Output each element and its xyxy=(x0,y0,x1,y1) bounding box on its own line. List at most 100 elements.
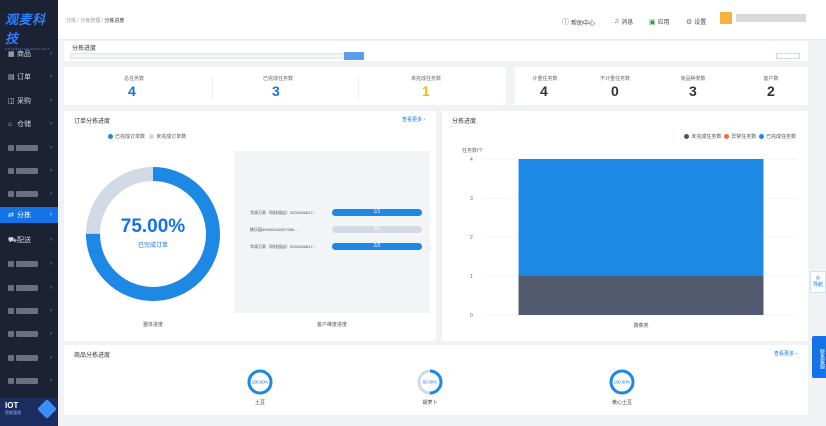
question-icon: ⓘ xyxy=(562,19,569,26)
chevron-right-icon: › xyxy=(50,191,52,197)
export-button[interactable] xyxy=(776,53,800,59)
stat-label: 总任务数 xyxy=(123,76,144,82)
sidebar-item-label: 配送 xyxy=(17,237,31,244)
sidebar-item-label: 商品 xyxy=(17,51,31,58)
legend-dot xyxy=(684,134,690,140)
sidebar-item-hidden-4[interactable]: › xyxy=(0,256,58,272)
stat-value: 4 xyxy=(128,83,136,99)
goods-progress-panel: 商品分拣进度 查看更多 › 100.00% 土豆 50.00% 胡萝卜 100.00% 黄… xyxy=(64,345,808,415)
app-label: 应用 xyxy=(657,20,670,26)
sidebar-item-order[interactable]: ▤ 订单 › xyxy=(0,69,58,85)
filter-input[interactable] xyxy=(70,53,350,59)
app-icon: ▣ xyxy=(649,18,656,26)
sorting-icon: ⇄ xyxy=(8,212,14,219)
brand-name: 观麦科技 xyxy=(5,12,46,46)
gear-icon: ⚙ xyxy=(686,18,693,26)
search-button[interactable] xyxy=(344,52,364,60)
breadcrumb-item[interactable]: 分拣管理 xyxy=(80,18,100,24)
service-tab[interactable]: 联系客服 xyxy=(812,336,826,378)
sidebar-item-hidden-1[interactable]: › xyxy=(0,140,58,156)
sidebar-item-hidden-7[interactable]: › xyxy=(0,326,58,342)
sidebar-item-sorting[interactable]: ⇄ 分拣 › xyxy=(0,207,58,223)
sidebar-item-delivery[interactable]: ⛟ 配送 › xyxy=(0,232,58,248)
stat-label: 不计重任务数 xyxy=(599,76,630,82)
breadcrumb-item[interactable]: 分拣 xyxy=(66,18,76,24)
task-progress-panel: 分拣进度 未完成任务数 异常任务数 已完成任务数 任务数/个 0 1 2 3 4 蔬菜类 xyxy=(442,111,808,341)
sidebar-item-label: 分拣 xyxy=(17,212,31,219)
customer-row-label: 桃乐园4H/OD240327000... xyxy=(250,227,298,232)
chevron-right-icon: › xyxy=(50,308,52,314)
sidebar: 观麦科技 GUANMAITECHNOLOGY ▦ 商品 › ▤ 订单 › ◫ 采购 › ⌂ 仓… xyxy=(0,0,58,426)
warehouse-icon: ⌂ xyxy=(8,120,13,128)
breadcrumb-current: 分拣进度 xyxy=(104,18,125,24)
chevron-right-icon: › xyxy=(50,261,52,267)
goods-item: 100.00% 黄心土豆 xyxy=(604,367,640,413)
help-center-link[interactable]: ⓘ 帮助中心 xyxy=(562,17,595,27)
sidebar-item-purchase[interactable]: ◫ 采购 › xyxy=(0,93,58,109)
notify-label: 消息 xyxy=(621,20,634,26)
filter-title: 分拣进度 xyxy=(72,46,97,52)
compass-icon: ◎ xyxy=(815,275,821,281)
stat-value: 3 xyxy=(272,83,280,99)
notify-link[interactable]: ♫ 消息 xyxy=(614,17,633,26)
goods-ring: 100.00% xyxy=(247,369,273,395)
app-link[interactable]: ▣ 应用 xyxy=(649,17,670,27)
brand-logo[interactable]: 观麦科技 GUANMAITECHNOLOGY xyxy=(0,0,58,51)
goods-view-more-link[interactable]: 查看更多 › xyxy=(774,350,797,357)
sidebar-item-hidden-2[interactable]: › xyxy=(0,163,58,179)
chevron-right-icon: › xyxy=(50,378,52,384)
sidebar-item-hidden-9[interactable]: › xyxy=(0,373,58,389)
view-more-label: 查看更多 xyxy=(402,117,423,123)
x-tick-label: 蔬菜类 xyxy=(633,322,648,329)
legend-dot xyxy=(108,134,113,140)
goods-ring: 50.00% xyxy=(417,369,443,395)
y-tick-label: 4 xyxy=(470,157,473,163)
sidebar-item-hidden-3[interactable]: › xyxy=(0,186,58,202)
y-tick-label: 3 xyxy=(470,196,473,202)
order-legend: 已完成订单数 未完成订单数 xyxy=(108,133,186,140)
stats-panel-left: 总任务数 4 已完成任务数 3 未完成任务数 1 xyxy=(64,67,506,105)
user-name-blurred[interactable] xyxy=(736,14,806,22)
divider xyxy=(358,77,359,99)
sidebar-item-warehouse[interactable]: ⌂ 仓储 › xyxy=(0,116,58,132)
sidebar-item-hidden-8[interactable]: › xyxy=(0,350,58,366)
task-legend: 未完成任务数 异常任务数 已完成任务数 xyxy=(684,133,796,140)
breadcrumb: 分拣 / 分拣管理 / 分拣进度 xyxy=(66,18,125,24)
chevron-right-icon: › xyxy=(50,74,52,80)
order-progress-panel: 订单分拣进度 查看更多 › 已完成订单数 未完成订单数 75.00% 已完成订单… xyxy=(64,111,436,341)
chevron-right-icon: › xyxy=(50,237,52,243)
stat-value: 0 xyxy=(611,83,619,99)
order-percent: 75.00% xyxy=(120,216,186,237)
sidebar-item-hidden-5[interactable]: › xyxy=(0,280,58,296)
progress-value: 1/1 xyxy=(373,209,381,215)
task-panel-title: 分拣进度 xyxy=(452,119,477,125)
stat-value: 1 xyxy=(422,83,430,99)
chevron-right-icon: › xyxy=(50,212,52,218)
chevron-right-icon: › xyxy=(50,285,52,291)
sidebar-item-goods[interactable]: ▦ 商品 › xyxy=(0,46,58,62)
customer-row-label: 华润万家（科技园店）2/OD240617... xyxy=(250,244,317,249)
chevron-right-icon: › xyxy=(50,121,52,127)
chevron-right-icon: › xyxy=(50,355,52,361)
settings-link[interactable]: ⚙ 设置 xyxy=(686,17,706,27)
sidebar-item-hidden-6[interactable]: › xyxy=(0,303,58,319)
y-tick-label: 2 xyxy=(470,235,473,241)
chevron-right-icon: › xyxy=(50,331,52,337)
task-bar-chart: 任务数/个 0 1 2 3 4 蔬菜类 xyxy=(462,147,798,329)
progress-track: 2/2 xyxy=(332,243,422,250)
y-tick-label: 0 xyxy=(470,313,473,319)
guide-tab[interactable]: ◎ 导航 xyxy=(810,271,826,293)
iot-banner[interactable]: IOT 智能管理 xyxy=(0,398,58,426)
bell-icon: ♫ xyxy=(614,18,620,25)
legend-dot xyxy=(724,134,730,140)
goods-percent: 50.00% xyxy=(423,380,437,385)
avatar[interactable] xyxy=(720,12,732,24)
sidebar-item-label: 采购 xyxy=(17,98,31,105)
legend-label: 异常任务数 xyxy=(731,134,757,140)
legend-dot xyxy=(149,134,155,140)
divider xyxy=(212,77,213,99)
view-more-link[interactable]: 查看更多 › xyxy=(402,116,425,123)
progress-track: 0/1 xyxy=(332,226,422,233)
guide-label: 导航 xyxy=(812,282,823,288)
legend-label: 未完成任务数 xyxy=(691,134,722,140)
